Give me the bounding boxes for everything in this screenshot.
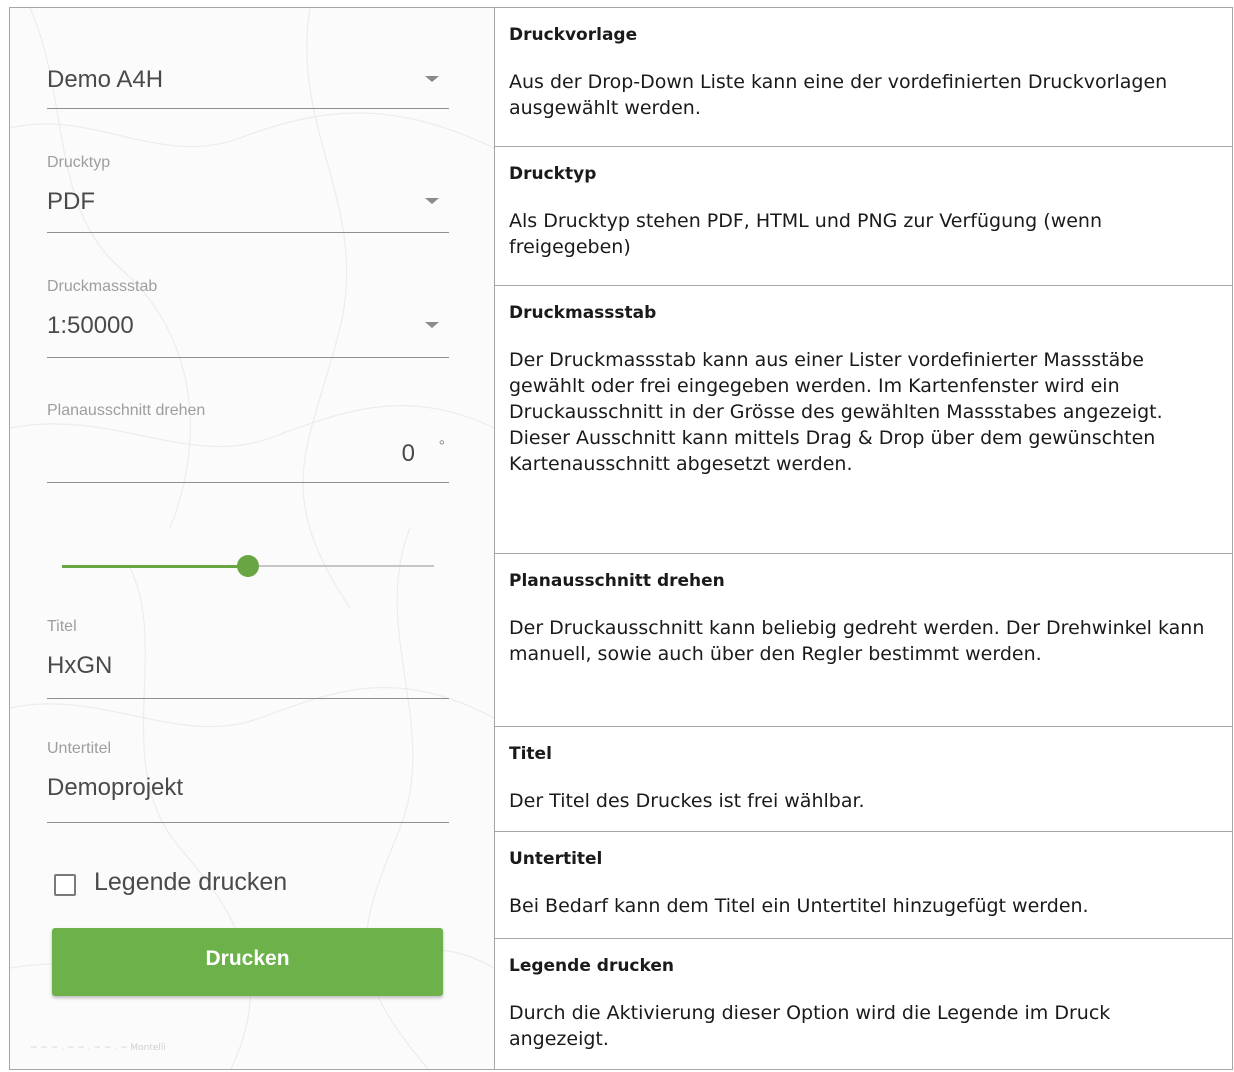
- slider-thumb[interactable]: [237, 555, 259, 577]
- description-section-template: Druckvorlage Aus der Drop-Down Liste kan…: [495, 8, 1232, 146]
- subtitle-field-value: Demoprojekt: [47, 774, 184, 801]
- template-select[interactable]: Demo A4H: [47, 52, 449, 109]
- description-section-rotation: Planausschnitt drehen Der Druckausschnit…: [495, 553, 1232, 727]
- title-field[interactable]: Titel HxGN: [47, 618, 449, 699]
- print-button[interactable]: Drucken: [52, 928, 443, 996]
- chevron-down-icon: [425, 198, 439, 204]
- print-panel: ~ ~ ~ . ~ ~ . ~ ~ . ~ Montelli Demo A4H …: [10, 8, 494, 1069]
- description-title: Drucktyp: [509, 164, 597, 184]
- description-section-title: Titel Der Titel des Druckes ist frei wäh…: [495, 726, 1232, 832]
- description-column: Druckvorlage Aus der Drop-Down Liste kan…: [495, 8, 1232, 1069]
- documentation-table: ~ ~ ~ . ~ ~ . ~ ~ . ~ Montelli Demo A4H …: [9, 7, 1233, 1070]
- title-field-value: HxGN: [47, 652, 113, 679]
- subtitle-field-label: Untertitel: [47, 740, 112, 757]
- rotation-label: Planausschnitt drehen: [47, 402, 206, 419]
- template-select-value: Demo A4H: [47, 66, 164, 93]
- legend-checkbox[interactable]: [54, 874, 76, 896]
- print-type-value: PDF: [47, 188, 95, 215]
- description-text: Als Drucktyp stehen PDF, HTML und PNG zu…: [509, 210, 1103, 258]
- description-text: Durch die Aktivierung dieser Option wird…: [509, 1002, 1111, 1050]
- description-section-scale: Druckmassstab Der Druckmassstab kann aus…: [495, 285, 1232, 554]
- description-text: Der Druckmassstab kann aus einer Lister …: [509, 349, 1163, 475]
- scale-label: Druckmassstab: [47, 278, 158, 295]
- legend-checkbox-label: Legende drucken: [94, 868, 288, 896]
- scale-value: 1:50000: [47, 312, 134, 339]
- chevron-down-icon: [425, 322, 439, 328]
- description-text: Der Titel des Druckes ist frei wählbar.: [509, 790, 865, 812]
- description-section-subtitle: Untertitel Bei Bedarf kann dem Titel ein…: [495, 831, 1232, 939]
- description-title: Legende drucken: [509, 956, 674, 976]
- description-text: Aus der Drop-Down Liste kann eine der vo…: [509, 71, 1168, 119]
- description-title: Titel: [509, 744, 552, 764]
- slider-track-active: [62, 565, 248, 568]
- description-section-print-type: Drucktyp Als Drucktyp stehen PDF, HTML u…: [495, 146, 1232, 286]
- degree-unit: °: [438, 438, 445, 455]
- description-section-legend: Legende drucken Durch die Aktivierung di…: [495, 938, 1232, 1072]
- description-title: Druckmassstab: [509, 303, 657, 323]
- description-title: Druckvorlage: [509, 25, 638, 45]
- chevron-down-icon: [425, 76, 439, 82]
- rotation-value: 0: [401, 440, 415, 467]
- rotation-input[interactable]: Planausschnitt drehen 0 °: [47, 402, 449, 483]
- slider-track: [248, 565, 434, 567]
- description-title: Untertitel: [509, 849, 603, 869]
- scale-select[interactable]: Druckmassstab 1:50000: [47, 278, 449, 358]
- title-field-label: Titel: [47, 618, 77, 635]
- description-title: Planausschnitt drehen: [509, 571, 725, 591]
- svg-text:~ ~ ~ . ~ ~ . ~ ~ . ~: ~ ~ ~ . ~ ~ . ~ ~ . ~ Montelli: [30, 1043, 166, 1053]
- subtitle-field[interactable]: Untertitel Demoprojekt: [47, 740, 449, 823]
- rotation-slider[interactable]: [62, 555, 434, 577]
- print-type-select[interactable]: Drucktyp PDF: [47, 154, 449, 233]
- description-text: Der Druckausschnitt kann beliebig gedreh…: [509, 617, 1205, 665]
- description-text: Bei Bedarf kann dem Titel ein Untertitel…: [509, 895, 1089, 917]
- print-type-label: Drucktyp: [47, 154, 111, 171]
